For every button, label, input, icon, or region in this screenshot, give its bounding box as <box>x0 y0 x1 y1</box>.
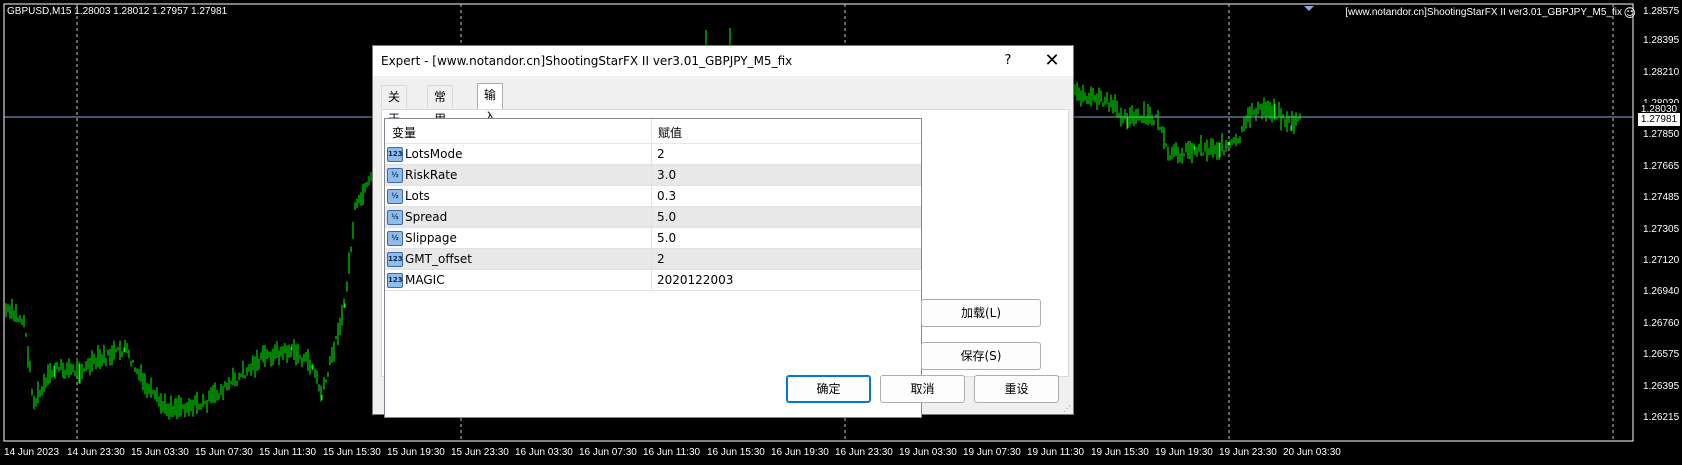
param-name: LotsMode <box>405 147 463 161</box>
header-value[interactable]: 赋值 <box>658 124 682 141</box>
integer-type-icon: 123 <box>387 147 403 162</box>
expert-properties-dialog: Expert - [www.notandor.cn]ShootingStarFX… <box>372 45 1074 418</box>
price-tick-label: 1.28395 <box>1643 35 1680 46</box>
column-divider <box>651 249 652 269</box>
time-tick-label: 19 Jun 15:30 <box>1091 447 1149 458</box>
double-type-icon: ½ <box>387 189 403 204</box>
symbol-info: GBPUSD,M15 1.28003 1.28012 1.27957 1.279… <box>7 6 228 17</box>
double-type-icon: ½ <box>387 210 403 225</box>
help-button[interactable]: ? <box>993 50 1023 72</box>
param-name: RiskRate <box>405 168 458 182</box>
tab-about[interactable]: 关于 <box>381 85 408 126</box>
column-divider[interactable] <box>651 119 652 143</box>
param-row-riskrate[interactable]: ½ RiskRate 3.0 <box>385 165 921 186</box>
param-row-lots[interactable]: ½ Lots 0.3 <box>385 186 921 207</box>
price-tick-label: 1.26395 <box>1643 381 1680 392</box>
time-tick-label: 19 Jun 03:30 <box>899 447 957 458</box>
double-type-icon: ½ <box>387 231 403 246</box>
time-tick-label: 15 Jun 11:30 <box>259 447 317 458</box>
integer-type-icon: 123 <box>387 252 403 267</box>
param-row-slippage[interactable]: ½ Slippage 5.0 <box>385 228 921 249</box>
time-tick-label: 16 Jun 11:30 <box>643 447 701 458</box>
cancel-button[interactable]: 取消 <box>880 375 965 403</box>
time-tick-label: 19 Jun 11:30 <box>1027 447 1085 458</box>
param-value[interactable]: 3.0 <box>657 168 676 182</box>
time-tick-label: 14 Jun 23:30 <box>67 447 125 458</box>
resize-grip-icon[interactable]: ⋰ <box>1063 404 1071 413</box>
price-tick-label: 1.28210 <box>1643 67 1680 78</box>
param-value[interactable]: 2 <box>657 147 665 161</box>
time-tick-label: 19 Jun 07:30 <box>963 447 1021 458</box>
param-value[interactable]: 5.0 <box>657 210 676 224</box>
time-tick-label: 16 Jun 07:30 <box>579 447 637 458</box>
param-name: Lots <box>405 189 430 203</box>
close-button[interactable]: ✕ <box>1037 50 1067 72</box>
param-name: GMT_offset <box>405 252 472 266</box>
ok-button[interactable]: 确定 <box>786 375 871 403</box>
time-tick-label: 16 Jun 03:30 <box>515 447 573 458</box>
tab-inputs[interactable]: 输入参数 <box>477 83 504 168</box>
time-tick-label: 19 Jun 23:30 <box>1219 447 1277 458</box>
param-row-lotsmode[interactable]: 123 LotsMode 2 <box>385 144 921 165</box>
time-tick-label: 15 Jun 19:30 <box>387 447 445 458</box>
time-tick-label: 15 Jun 03:30 <box>131 447 189 458</box>
column-divider <box>651 207 652 227</box>
time-tick-label: 20 Jun 03:30 <box>1283 447 1341 458</box>
time-tick-label: 15 Jun 07:30 <box>195 447 253 458</box>
price-tick-label: 1.28575 <box>1643 6 1680 17</box>
price-tick-label: 1.27305 <box>1643 224 1680 235</box>
param-value[interactable]: 2 <box>657 252 665 266</box>
time-tick-label: 14 Jun 2023 <box>4 447 60 458</box>
header-variable[interactable]: 变量 <box>392 124 416 141</box>
param-row-gmt_offset[interactable]: 123 GMT_offset 2 <box>385 249 921 270</box>
param-value[interactable]: 0.3 <box>657 189 676 203</box>
load-button[interactable]: 加载(L) <box>921 299 1041 327</box>
reset-button[interactable]: 重设 <box>974 375 1059 403</box>
parameters-grid[interactable]: 变量 赋值 123 LotsMode 2 ½ RiskRate 3.0 ½ Lots 0.3 ½ S… <box>384 118 922 418</box>
price-tick-label: 1.27485 <box>1643 192 1680 203</box>
time-tick-label: 19 Jun 19:30 <box>1155 447 1213 458</box>
column-divider <box>651 165 652 185</box>
price-tick-label: 1.26760 <box>1643 318 1680 329</box>
price-tick-label: 1.26215 <box>1643 412 1680 423</box>
param-row-magic[interactable]: 123 MAGIC 2020122003 <box>385 270 921 291</box>
time-tick-label: 16 Jun 23:30 <box>835 447 893 458</box>
param-name: Slippage <box>405 231 457 245</box>
column-divider <box>651 186 652 206</box>
double-type-icon: ½ <box>387 168 403 183</box>
param-row-spread[interactable]: ½ Spread 5.0 <box>385 207 921 228</box>
price-tick-label: 1.26575 <box>1643 349 1680 360</box>
time-tick-label: 16 Jun 15:30 <box>707 447 765 458</box>
price-tick-label: 1.27665 <box>1643 161 1680 172</box>
time-tick-label: 15 Jun 23:30 <box>451 447 509 458</box>
integer-type-icon: 123 <box>387 273 403 288</box>
expert-smiley-icon: ☺ <box>1623 6 1636 20</box>
save-button[interactable]: 保存(S) <box>921 342 1041 370</box>
dialog-title: Expert - [www.notandor.cn]ShootingStarFX… <box>381 54 793 68</box>
dialog-titlebar[interactable]: Expert - [www.notandor.cn]ShootingStarFX… <box>373 46 1073 76</box>
time-tick-label: 15 Jun 15:30 <box>323 447 381 458</box>
price-tick-label: 1.26940 <box>1643 286 1680 297</box>
param-value[interactable]: 5.0 <box>657 231 676 245</box>
tab-common[interactable]: 常用 <box>427 85 454 126</box>
column-divider <box>651 228 652 248</box>
expert-advisor-name: [www.notandor.cn]ShootingStarFX II ver3.… <box>1345 7 1622 18</box>
column-divider <box>651 144 652 164</box>
current-price-label: 1.27981 <box>1638 113 1680 126</box>
param-name: MAGIC <box>405 273 445 287</box>
price-tick-label: 1.27850 <box>1643 129 1680 140</box>
time-tick-label: 16 Jun 19:30 <box>771 447 829 458</box>
column-divider <box>651 270 652 290</box>
price-tick-label: 1.27120 <box>1643 255 1680 266</box>
grid-header: 变量 赋值 <box>385 119 921 144</box>
param-value[interactable]: 2020122003 <box>657 273 733 287</box>
param-name: Spread <box>405 210 448 224</box>
